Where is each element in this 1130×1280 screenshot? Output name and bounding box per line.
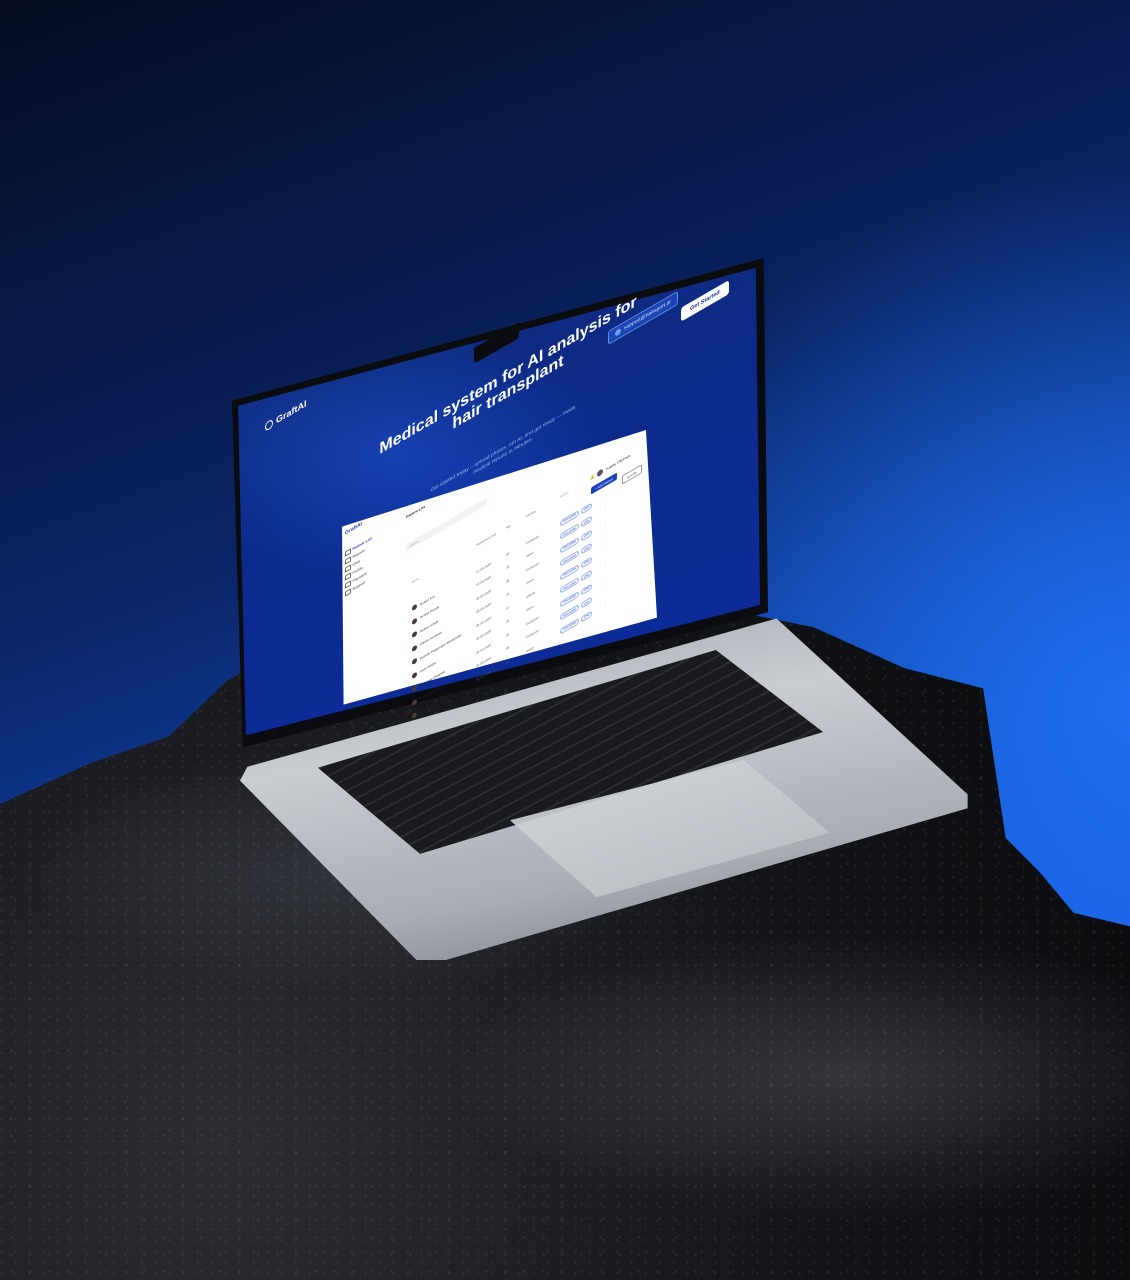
more-icon[interactable]: ⋮ (604, 493, 607, 501)
avatar (412, 603, 417, 612)
more-icon[interactable]: ⋮ (604, 561, 607, 569)
more-icon[interactable]: ⋮ (604, 601, 607, 609)
avatar (412, 671, 417, 680)
avatar (412, 657, 417, 666)
avatar (412, 684, 417, 693)
avatar (412, 698, 417, 707)
more-icon[interactable]: ⋮ (604, 588, 607, 596)
more-icon[interactable]: ⋮ (604, 520, 607, 528)
chat-button[interactable]: Chat (580, 610, 593, 623)
avatar (412, 644, 417, 653)
more-icon[interactable]: ⋮ (604, 574, 607, 582)
avatar (412, 617, 417, 626)
avatar (412, 630, 417, 639)
more-icon[interactable]: ⋮ (604, 534, 607, 542)
avatar (412, 711, 417, 720)
more-icon[interactable]: ⋮ (604, 547, 607, 555)
more-icon[interactable]: ⋮ (604, 507, 607, 515)
